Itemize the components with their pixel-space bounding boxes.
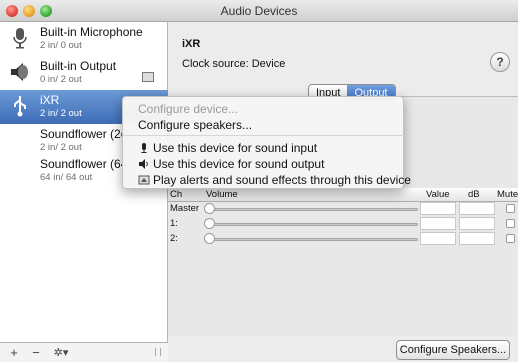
channel-label: 1: xyxy=(170,218,178,229)
device-name: Built-in Output xyxy=(40,59,117,73)
volume-slider-knob[interactable] xyxy=(204,233,215,244)
menu-item-label: Configure speakers... xyxy=(138,118,253,132)
menu-item-label: Configure device... xyxy=(138,102,239,116)
channel-label: Master xyxy=(170,203,200,214)
volume-slider-knob[interactable] xyxy=(204,218,215,229)
device-item-built-in-output[interactable]: Built-in Output 0 in/ 2 out xyxy=(0,56,168,90)
clock-source: Clock source: Device xyxy=(182,58,286,70)
device-name: iXR xyxy=(40,93,60,107)
menu-item-label: Play alerts and sound effects through th… xyxy=(153,173,411,187)
title-bar: Audio Devices xyxy=(0,0,518,22)
device-io: 2 in/ 0 out xyxy=(40,40,82,51)
device-context-menu: Configure device... Configure speakers..… xyxy=(122,96,411,189)
volume-slider-knob[interactable] xyxy=(204,203,215,214)
configure-speakers-button[interactable]: Configure Speakers... xyxy=(396,340,510,360)
db-field[interactable] xyxy=(459,232,495,245)
db-field[interactable] xyxy=(459,217,495,230)
remove-device-button[interactable]: − xyxy=(28,344,44,362)
microphone-icon xyxy=(138,142,150,154)
value-field[interactable] xyxy=(420,217,456,230)
device-io: 0 in/ 2 out xyxy=(40,74,82,85)
menu-item-label: Use this device for sound output xyxy=(153,157,325,171)
device-detail-panel: iXR Clock source: Device ? Input Output … xyxy=(168,22,518,362)
volume-slider[interactable] xyxy=(210,208,418,211)
mute-checkbox[interactable] xyxy=(506,219,515,228)
channel-table-header: Ch Volume Value dB Mute xyxy=(168,188,518,202)
device-name: Built-in Microphone xyxy=(40,25,143,39)
device-item-built-in-microphone[interactable]: Built-in Microphone 2 in/ 0 out xyxy=(0,22,168,56)
mute-checkbox[interactable] xyxy=(506,234,515,243)
microphone-icon xyxy=(8,26,32,50)
resize-handle-icon[interactable] xyxy=(155,348,161,356)
device-io: 2 in/ 2 out xyxy=(40,142,82,153)
channel-row-2: 2: xyxy=(168,232,518,246)
speaker-icon xyxy=(8,60,32,84)
value-field[interactable] xyxy=(420,232,456,245)
alert-icon xyxy=(138,174,150,186)
value-field[interactable] xyxy=(420,202,456,215)
usb-icon xyxy=(8,94,32,118)
db-field[interactable] xyxy=(459,202,495,215)
menu-item-use-for-output[interactable]: Use this device for sound output xyxy=(123,156,405,172)
volume-slider[interactable] xyxy=(210,238,418,241)
volume-slider[interactable] xyxy=(210,223,418,226)
gear-menu-button[interactable]: ✲▾ xyxy=(48,344,74,362)
column-header-value: Value xyxy=(426,189,450,200)
device-list: Built-in Microphone 2 in/ 0 out Built-in… xyxy=(0,22,168,362)
channel-row-1: 1: xyxy=(168,217,518,231)
device-io: 2 in/ 2 out xyxy=(40,108,82,119)
column-header-mute: Mute xyxy=(497,189,518,200)
menu-item-play-alerts[interactable]: Play alerts and sound effects through th… xyxy=(123,172,411,188)
menu-item-configure-device: Configure device... xyxy=(123,101,405,117)
menu-separator xyxy=(123,135,405,136)
column-header-db: dB xyxy=(468,189,480,200)
sidebar-footer: + − ✲▾ xyxy=(0,342,168,362)
mute-checkbox[interactable] xyxy=(506,204,515,213)
menu-item-configure-speakers[interactable]: Configure speakers... xyxy=(123,117,405,133)
alert-badge-icon xyxy=(142,72,154,82)
window-title: Audio Devices xyxy=(220,4,298,18)
speaker-icon xyxy=(138,158,150,170)
channel-label: 2: xyxy=(170,233,178,244)
column-header-volume: Volume xyxy=(206,189,238,200)
device-title: iXR xyxy=(182,38,201,50)
channel-row-master: Master xyxy=(168,202,518,216)
add-device-button[interactable]: + xyxy=(6,344,22,362)
menu-item-label: Use this device for sound input xyxy=(153,141,318,155)
menu-item-use-for-input[interactable]: Use this device for sound input xyxy=(123,140,405,156)
column-header-ch: Ch xyxy=(170,189,183,200)
help-button[interactable]: ? xyxy=(490,52,510,72)
device-io: 64 in/ 64 out xyxy=(40,172,93,183)
